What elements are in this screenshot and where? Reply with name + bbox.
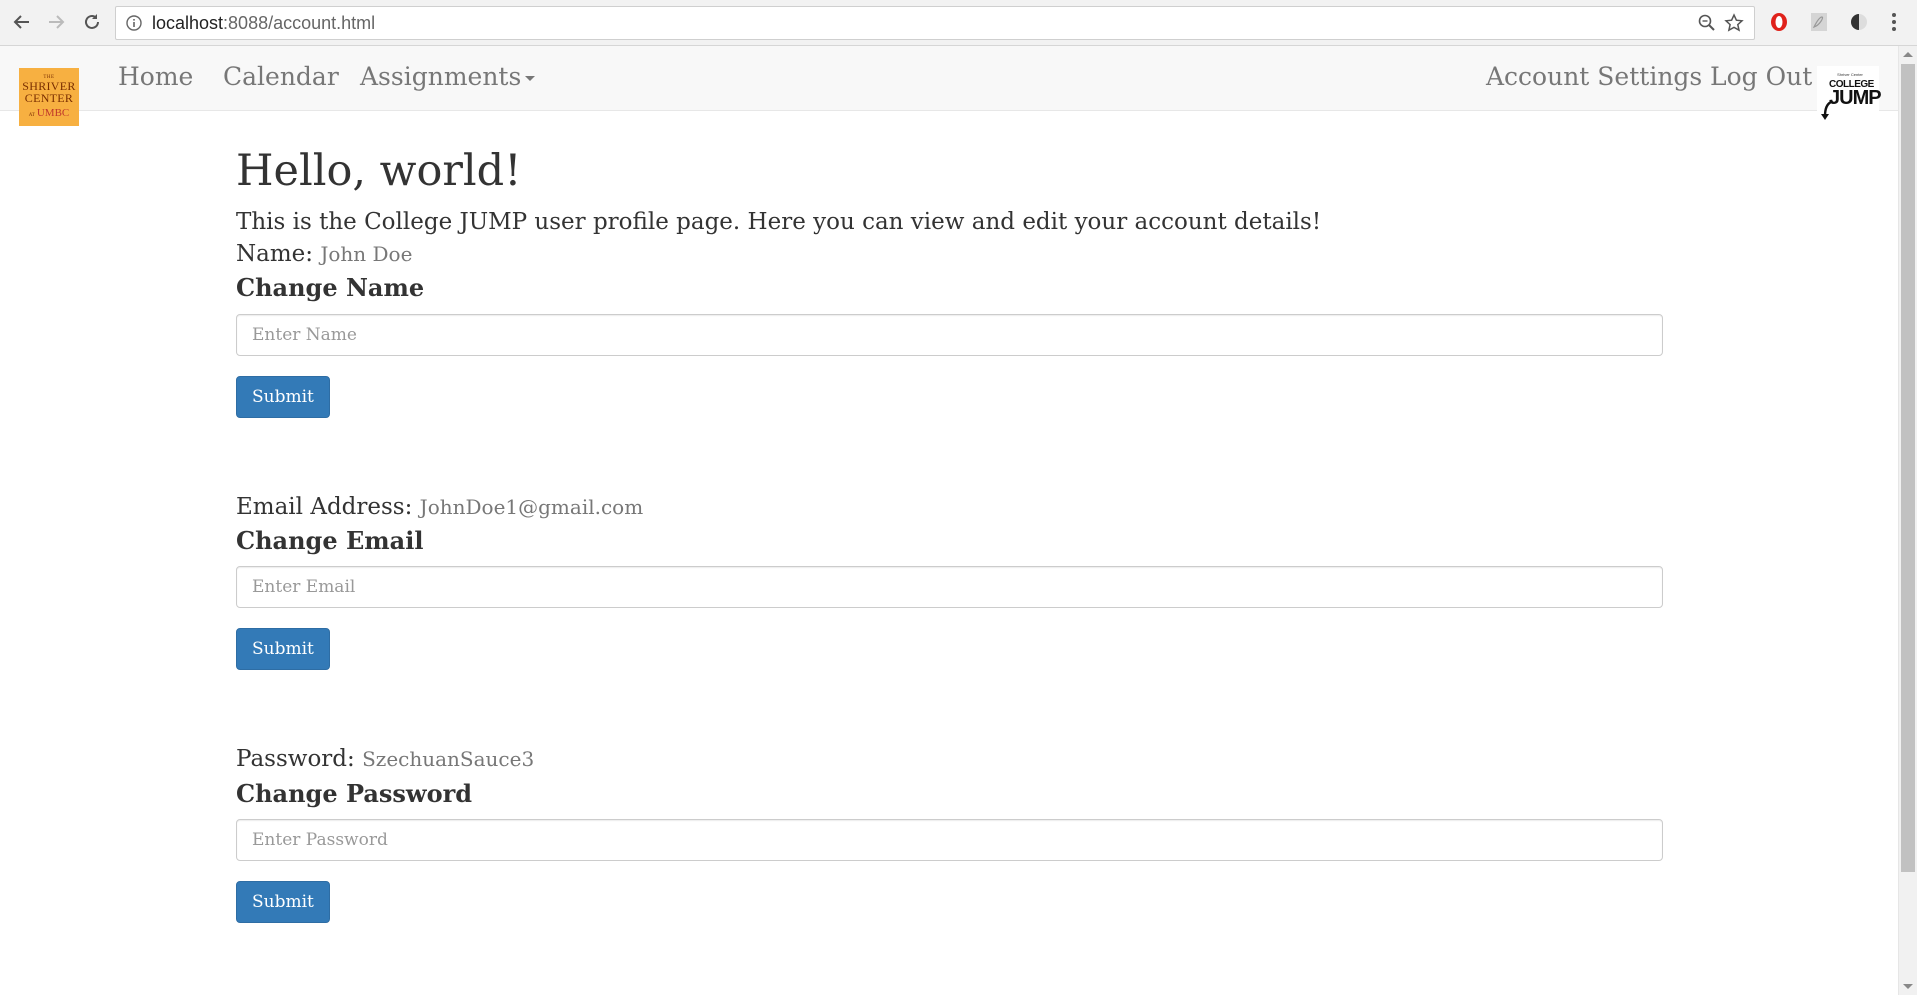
scroll-down-arrow-icon[interactable]	[1903, 984, 1913, 989]
forward-arrow-icon[interactable]	[42, 8, 70, 36]
shriver-center-logo[interactable]: THE SHRIVER CENTER AT UMBC	[19, 68, 79, 126]
email-value: JohnDoe1@gmail.com	[419, 494, 644, 519]
kebab-menu-icon[interactable]	[1888, 11, 1900, 33]
password-value: SzechuanSauce3	[362, 747, 535, 772]
url-path: :8088/account.html	[223, 13, 376, 33]
browser-toolbar: localhost:8088/account.html	[0, 0, 1917, 46]
nav-account-settings[interactable]: Account Settings	[1486, 62, 1702, 91]
logo-jump-word: JUMP	[1829, 87, 1882, 109]
page-scrollbar[interactable]	[1898, 46, 1917, 995]
opera-icon[interactable]	[1768, 11, 1790, 33]
logo-umbc: UMBC	[36, 106, 70, 119]
name-info: Name: John Doe	[236, 241, 1663, 269]
logo-center: CENTER	[24, 90, 74, 105]
name-section: Name: John Doe Change Name Submit	[236, 241, 1663, 418]
password-input[interactable]	[236, 819, 1663, 862]
reload-icon[interactable]	[78, 8, 106, 36]
info-icon[interactable]	[126, 15, 142, 35]
star-icon[interactable]	[1724, 13, 1744, 37]
zoom-icon[interactable]	[1698, 14, 1716, 36]
scroll-thumb[interactable]	[1901, 64, 1915, 872]
nav-home[interactable]: Home	[118, 62, 193, 91]
back-arrow-icon[interactable]	[8, 8, 36, 36]
change-password-title: Change Password	[236, 779, 473, 809]
name-input[interactable]	[236, 313, 1663, 356]
nav-assignments-label: Assignments	[360, 62, 522, 91]
nav-log-out[interactable]: Log Out	[1710, 62, 1812, 91]
logo-at: AT	[28, 112, 35, 118]
logo-shriver: SHRIVER	[22, 78, 76, 93]
name-value: John Doe	[320, 241, 413, 266]
change-name-title: Change Name	[236, 273, 425, 303]
nav-assignments-dropdown[interactable]: Assignments	[360, 62, 536, 91]
page-title: Hello, world!	[236, 146, 522, 196]
email-input[interactable]	[236, 566, 1663, 609]
account-content: Hello, world! This is the College JUMP u…	[236, 146, 1663, 924]
address-bar[interactable]: localhost:8088/account.html	[115, 6, 1755, 40]
password-section: Password: SzechuanSauce3 Change Password…	[236, 746, 1663, 924]
email-label: Email Address:	[236, 493, 413, 520]
name-submit-button[interactable]: Submit	[236, 375, 330, 418]
url-host: localhost	[152, 13, 224, 33]
college-jump-logo[interactable]: Shriver Center COLLEGE JUMP	[1817, 66, 1882, 128]
password-label: Password:	[236, 746, 355, 773]
url-text[interactable]: localhost:8088/account.html	[152, 13, 375, 34]
name-label: Name:	[236, 240, 314, 267]
email-info: Email Address: JohnDoe1@gmail.com	[236, 494, 1663, 522]
change-email-title: Change Email	[236, 526, 424, 556]
dark-mode-icon[interactable]	[1848, 11, 1870, 33]
email-section: Email Address: JohnDoe1@gmail.com Change…	[236, 494, 1663, 671]
pdf-icon[interactable]	[1808, 11, 1830, 33]
page-lead: This is the College JUMP user profile pa…	[236, 209, 1322, 236]
password-info: Password: SzechuanSauce3	[236, 746, 1663, 774]
password-submit-button[interactable]: Submit	[236, 881, 330, 924]
nav-calendar[interactable]: Calendar	[223, 62, 339, 91]
scroll-up-arrow-icon[interactable]	[1903, 52, 1913, 57]
caret-down-icon	[525, 76, 536, 81]
email-submit-button[interactable]: Submit	[236, 628, 330, 671]
jump-arrow-icon	[1820, 100, 1834, 126]
